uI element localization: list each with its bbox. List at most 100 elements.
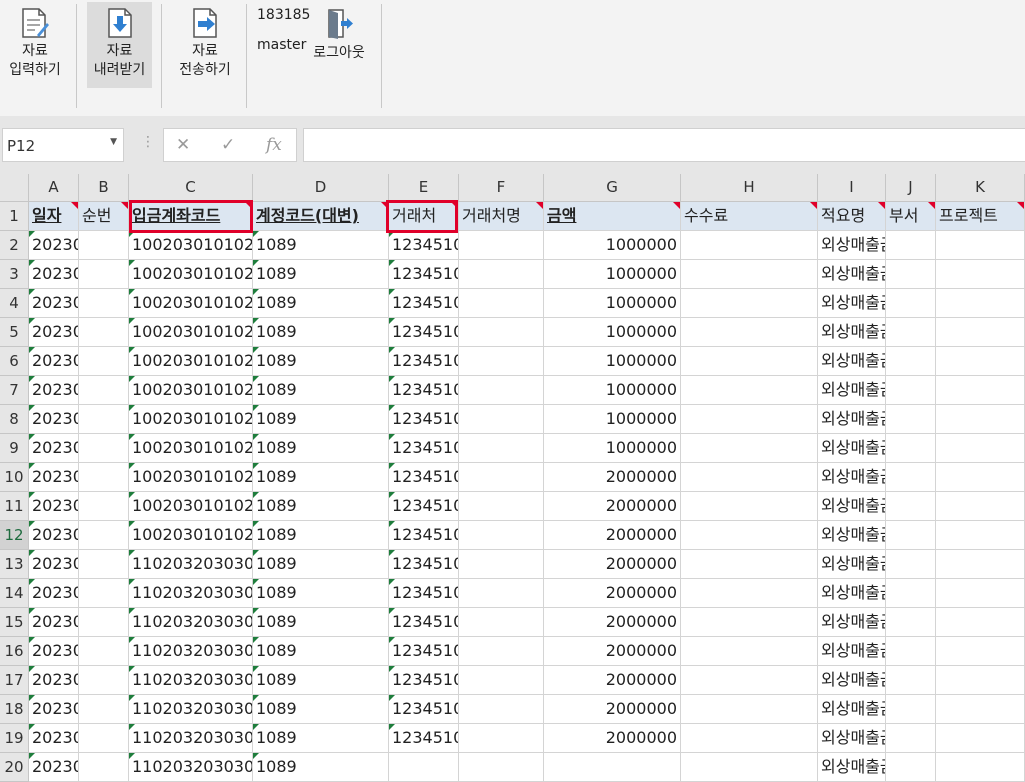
row-header[interactable]: 19: [0, 724, 29, 753]
data-cell[interactable]: [886, 608, 936, 637]
logout-button[interactable]: 로그아웃: [306, 2, 372, 88]
row-header[interactable]: 15: [0, 608, 29, 637]
row-header[interactable]: 6: [0, 347, 29, 376]
data-cell[interactable]: [886, 405, 936, 434]
data-cell[interactable]: [459, 405, 544, 434]
data-cell[interactable]: 1234510006: [389, 376, 459, 405]
data-cell[interactable]: 100203010102: [129, 260, 253, 289]
data-cell[interactable]: 20230101: [29, 231, 79, 260]
data-cell[interactable]: [681, 637, 818, 666]
data-cell[interactable]: [936, 376, 1025, 405]
data-cell[interactable]: [886, 695, 936, 724]
data-cell[interactable]: 110203203030: [129, 695, 253, 724]
row-header[interactable]: 14: [0, 579, 29, 608]
row-header[interactable]: 13: [0, 550, 29, 579]
data-cell[interactable]: 2000000: [544, 550, 681, 579]
data-cell[interactable]: 외상매출금 수금: [818, 289, 886, 318]
select-all-corner[interactable]: [0, 174, 29, 202]
data-cell[interactable]: 외상매출금 수금: [818, 347, 886, 376]
data-cell[interactable]: [681, 724, 818, 753]
data-cell[interactable]: [936, 318, 1025, 347]
data-cell[interactable]: [936, 579, 1025, 608]
data-cell[interactable]: [459, 637, 544, 666]
data-cell[interactable]: [459, 347, 544, 376]
data-cell[interactable]: [681, 347, 818, 376]
data-cell[interactable]: [886, 463, 936, 492]
data-cell[interactable]: [936, 289, 1025, 318]
data-cell[interactable]: 20230202: [29, 753, 79, 782]
data-cell[interactable]: 외상매출금 수금: [818, 637, 886, 666]
data-cell[interactable]: [459, 434, 544, 463]
data-cell[interactable]: 1234510009: [389, 463, 459, 492]
column-header-k[interactable]: K: [936, 174, 1025, 202]
data-cell[interactable]: 1089: [253, 231, 389, 260]
data-cell[interactable]: [936, 405, 1025, 434]
row-header[interactable]: 20: [0, 753, 29, 782]
data-cell[interactable]: 1089: [253, 492, 389, 521]
data-cell[interactable]: 1089: [253, 666, 389, 695]
data-cell[interactable]: [79, 753, 129, 782]
chevron-down-icon[interactable]: ▼: [110, 137, 117, 147]
data-cell[interactable]: [459, 724, 544, 753]
data-cell[interactable]: [459, 318, 544, 347]
column-header-g[interactable]: G: [544, 174, 681, 202]
data-cell[interactable]: [79, 463, 129, 492]
data-cell[interactable]: 100203010102: [129, 463, 253, 492]
data-cell[interactable]: 20230202: [29, 695, 79, 724]
data-cell[interactable]: [459, 608, 544, 637]
column-header-j[interactable]: J: [886, 174, 936, 202]
data-cell[interactable]: [681, 405, 818, 434]
header-cell[interactable]: 부서: [886, 202, 936, 231]
row-header[interactable]: 9: [0, 434, 29, 463]
data-cell[interactable]: [459, 579, 544, 608]
data-cell[interactable]: 1089: [253, 289, 389, 318]
data-cell[interactable]: 외상매출금 수금: [818, 724, 886, 753]
header-cell[interactable]: 순번: [79, 202, 129, 231]
enter-icon[interactable]: ✓: [221, 135, 235, 155]
data-cell[interactable]: 2000000: [544, 463, 681, 492]
data-cell[interactable]: 1234510010: [389, 492, 459, 521]
data-cell[interactable]: 외상매출금 수금: [818, 608, 886, 637]
data-cell[interactable]: [936, 550, 1025, 579]
data-cell[interactable]: 외상매출금 수금: [818, 318, 886, 347]
data-cell[interactable]: 1089: [253, 376, 389, 405]
data-cell[interactable]: 1089: [253, 521, 389, 550]
data-cell[interactable]: 20230202: [29, 724, 79, 753]
header-cell[interactable]: 수수료: [681, 202, 818, 231]
data-cell[interactable]: [79, 347, 129, 376]
row-header[interactable]: 11: [0, 492, 29, 521]
data-cell[interactable]: 100203010102: [129, 434, 253, 463]
data-cell[interactable]: [79, 724, 129, 753]
data-cell[interactable]: [886, 666, 936, 695]
data-cell[interactable]: [681, 289, 818, 318]
data-cell[interactable]: [681, 753, 818, 782]
data-cell[interactable]: [886, 492, 936, 521]
row-header[interactable]: 8: [0, 405, 29, 434]
data-cell[interactable]: [936, 666, 1025, 695]
header-cell[interactable]: 금액: [544, 202, 681, 231]
data-cell[interactable]: 외상매출금 수금: [818, 376, 886, 405]
data-cell[interactable]: [681, 492, 818, 521]
data-cell[interactable]: [681, 695, 818, 724]
header-cell[interactable]: 적요명: [818, 202, 886, 231]
data-cell[interactable]: 100203010102: [129, 405, 253, 434]
data-cell[interactable]: [79, 231, 129, 260]
data-cell[interactable]: [936, 347, 1025, 376]
data-cell[interactable]: [681, 260, 818, 289]
data-cell[interactable]: 110203203030: [129, 608, 253, 637]
data-cell[interactable]: 1000000: [544, 231, 681, 260]
data-cell[interactable]: 1089: [253, 434, 389, 463]
data-cell[interactable]: 20230101: [29, 289, 79, 318]
data-cell[interactable]: 1234510008: [389, 434, 459, 463]
data-cell[interactable]: [936, 695, 1025, 724]
data-cell[interactable]: 1000000: [544, 318, 681, 347]
data-cell[interactable]: 20230101: [29, 260, 79, 289]
download-data-button[interactable]: 자료 내려받기: [87, 2, 152, 88]
data-cell[interactable]: [79, 405, 129, 434]
data-cell[interactable]: [681, 550, 818, 579]
data-cell[interactable]: 1234510017: [389, 695, 459, 724]
data-cell[interactable]: [681, 463, 818, 492]
data-cell[interactable]: [681, 434, 818, 463]
data-cell[interactable]: [681, 579, 818, 608]
data-cell[interactable]: 1089: [253, 550, 389, 579]
